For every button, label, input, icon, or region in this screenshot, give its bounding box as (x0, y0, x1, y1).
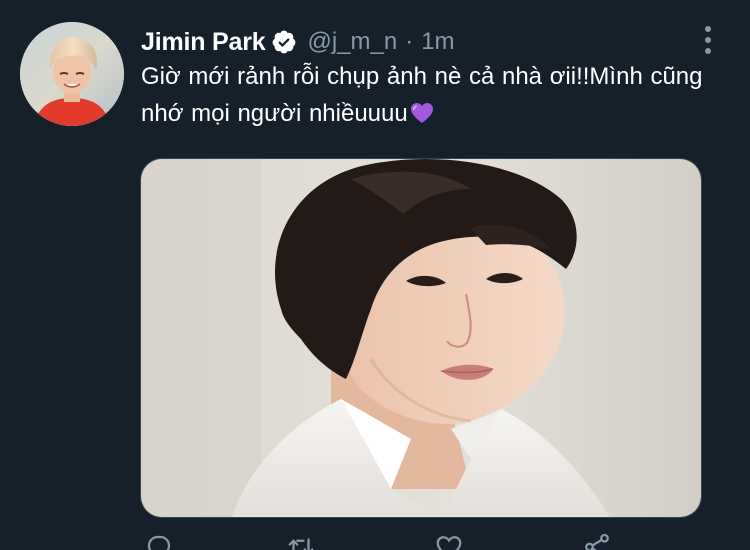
tweet-photo[interactable] (140, 158, 702, 518)
retweet-icon[interactable] (286, 532, 316, 550)
tweet-text-container: Giờ mới rảnh rỗi chụp ảnh nè cả nhà ơii!… (141, 58, 716, 132)
display-name[interactable]: Jimin Park (141, 28, 266, 57)
reply-icon[interactable] (144, 532, 174, 550)
share-icon[interactable] (582, 532, 612, 550)
user-handle[interactable]: @j_m_n (307, 28, 397, 56)
tweet: Jimin Park @j_m_n · 1m Giờ mới rảnh rỗi … (0, 0, 750, 550)
verified-badge-icon (271, 29, 297, 55)
avatar[interactable] (20, 22, 124, 126)
tweet-actions (140, 532, 620, 550)
more-vertical-icon[interactable] (700, 26, 716, 54)
header-separator: · (405, 28, 414, 55)
like-icon[interactable] (434, 532, 464, 550)
purple-heart-icon (410, 98, 434, 123)
tweet-header: Jimin Park @j_m_n · 1m (141, 25, 455, 59)
tweet-timestamp[interactable]: 1m (421, 28, 454, 56)
